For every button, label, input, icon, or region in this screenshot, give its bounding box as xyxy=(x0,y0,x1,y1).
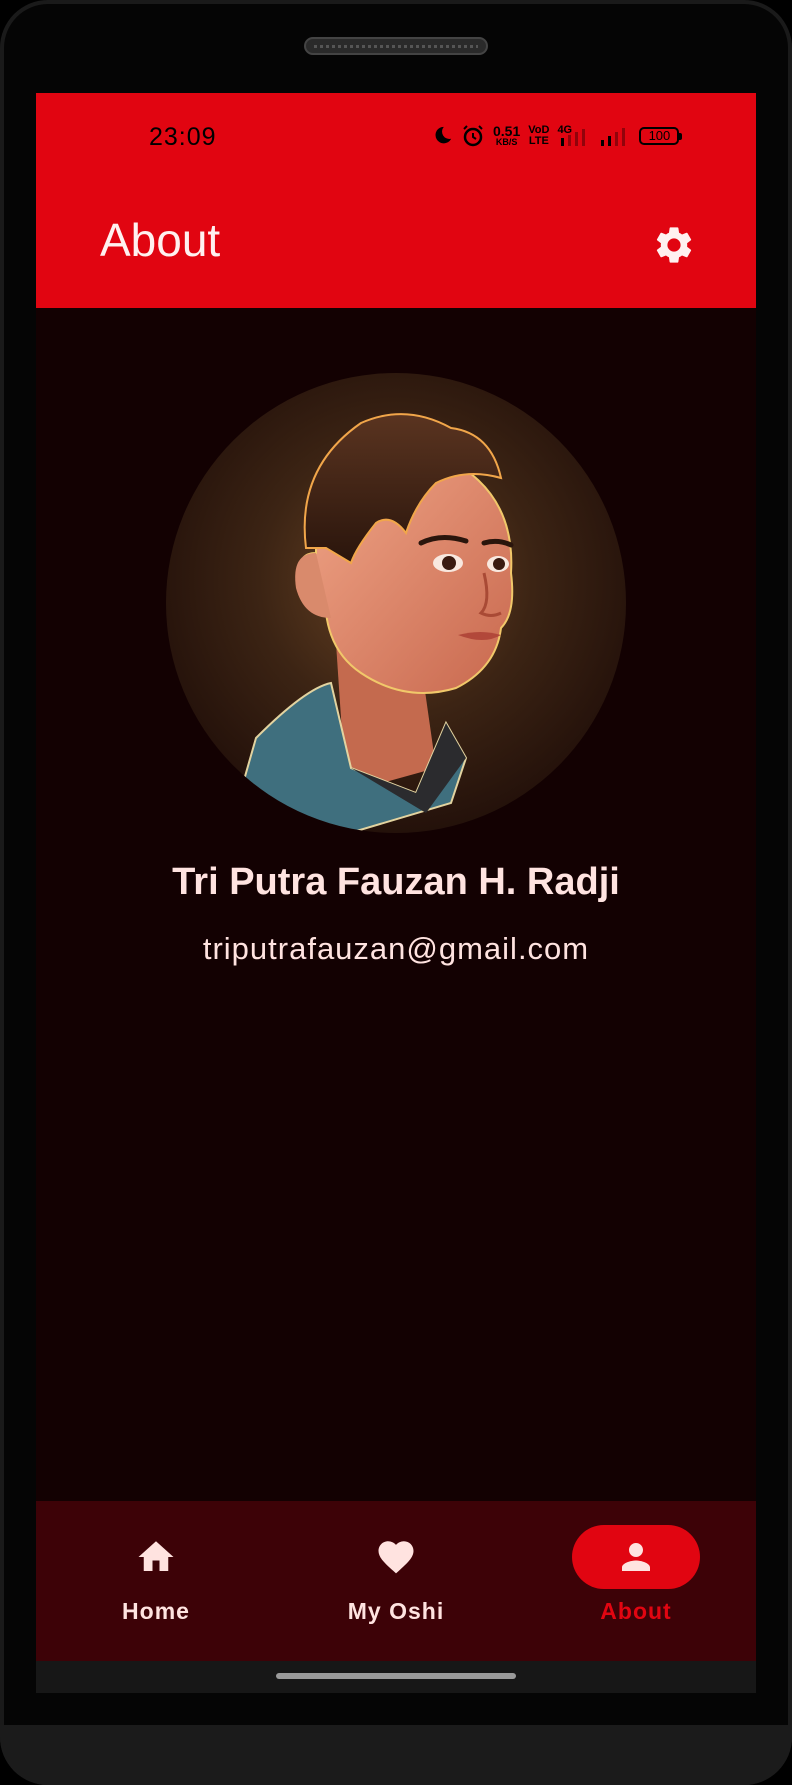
alarm-icon xyxy=(463,125,483,147)
person-icon xyxy=(622,1543,650,1571)
nav-item-home[interactable]: Home xyxy=(36,1501,276,1661)
nav-item-about[interactable]: About xyxy=(516,1501,756,1661)
status-icons: 0.51 KB/S VoD LTE 4G 100 xyxy=(431,121,683,151)
nav-label-my-oshi: My Oshi xyxy=(347,1598,445,1624)
profile-name: Tri Putra Fauzan H. Radji xyxy=(172,861,620,903)
network-4g-signal: 4G xyxy=(557,124,591,148)
gear-icon xyxy=(656,227,692,263)
nav-label-about: About xyxy=(600,1598,672,1624)
home-icon xyxy=(138,1541,174,1571)
heart-icon xyxy=(378,1541,414,1574)
net-speed: 0.51 KB/S xyxy=(493,124,520,147)
home-gesture-handle[interactable] xyxy=(276,1673,516,1679)
app-bar: About xyxy=(36,183,756,308)
volte-indicator: VoD LTE xyxy=(528,125,549,147)
app-screen: 23:09 0.51 KB/S VoD LTE 4G 100 About Tri… xyxy=(36,93,756,1693)
phone-chin xyxy=(0,1725,792,1785)
nav-about-indicator xyxy=(572,1525,700,1589)
page-title: About xyxy=(100,214,221,266)
gesture-bar xyxy=(36,1661,756,1693)
volte-bottom: LTE xyxy=(528,135,549,147)
nav-home-indicator xyxy=(92,1525,220,1589)
bottom-navigation: Home My Oshi About xyxy=(36,1501,756,1661)
net-speed-unit: KB/S xyxy=(495,137,518,147)
avatar-illustration xyxy=(227,413,514,833)
status-time: 23:09 xyxy=(149,123,217,151)
profile-email: triputrafauzan@gmail.com xyxy=(202,931,590,966)
settings-button[interactable] xyxy=(646,217,702,273)
moon-icon xyxy=(435,126,452,144)
battery-indicator: 100 xyxy=(639,127,683,145)
nav-item-my-oshi[interactable]: My Oshi xyxy=(276,1501,516,1661)
avatar xyxy=(166,373,626,833)
status-bar: 23:09 0.51 KB/S VoD LTE 4G 100 xyxy=(36,93,756,183)
signal-2-icon xyxy=(601,128,626,146)
nav-label-home: Home xyxy=(122,1598,190,1624)
earpiece-speaker xyxy=(304,37,488,55)
signal-icon xyxy=(561,129,586,146)
nav-my-oshi-indicator xyxy=(332,1525,460,1589)
